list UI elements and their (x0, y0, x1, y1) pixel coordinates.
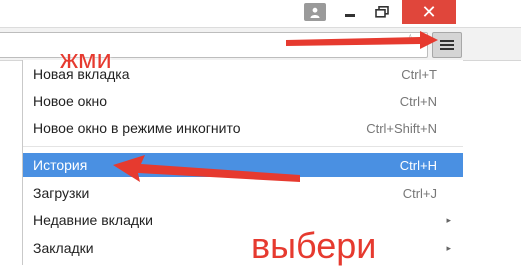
menu-item-label: Новое окно (33, 93, 108, 109)
menu-item-shortcut: Ctrl+J (402, 185, 437, 201)
menu-item-shortcut: Ctrl+H (399, 157, 437, 173)
user-profile-button[interactable] (304, 3, 326, 21)
menu-item-label: Недавние вкладки (33, 212, 153, 228)
menu-item-recent-tabs[interactable]: Недавние вкладки ▸ (23, 208, 463, 232)
annotation-press-label: жми (60, 44, 112, 74)
chevron-right-icon: ▸ (446, 214, 451, 225)
menu-item-shortcut: Ctrl+Shift+N (366, 120, 437, 136)
menu-item-label: Загрузки (33, 185, 90, 201)
annotation-choose-label: выбери (251, 225, 377, 266)
menu-item-bookmarks[interactable]: Закладки ▸ (23, 236, 463, 260)
maximize-button[interactable] (368, 0, 396, 24)
minimize-button[interactable] (336, 0, 364, 24)
close-button[interactable]: ✕ (402, 0, 456, 24)
menu-item-downloads[interactable]: Загрузки Ctrl+J (23, 181, 463, 205)
menu-item-history[interactable]: История Ctrl+H (23, 153, 463, 177)
menu-item-label: Закладки (33, 240, 94, 256)
title-bar: ✕ (0, 0, 521, 27)
user-icon (310, 7, 320, 18)
bookmark-star-icon[interactable]: ☆ (404, 31, 417, 48)
menu-item-shortcut: Ctrl+N (399, 93, 437, 109)
menu-item-new-window[interactable]: Новое окно Ctrl+N (23, 89, 463, 113)
menu-item-incognito-window[interactable]: Новое окно в режиме инкогнито Ctrl+Shift… (23, 116, 463, 140)
hamburger-icon (440, 40, 454, 50)
menu-item-label: История (33, 157, 88, 173)
menu-item-shortcut: Ctrl+T (401, 66, 437, 82)
chrome-menu: Новая вкладка Ctrl+T Новое окно Ctrl+N Н… (22, 60, 463, 265)
restore-icon (375, 6, 389, 18)
close-icon: ✕ (421, 1, 437, 22)
menu-separator (23, 146, 463, 147)
chrome-menu-button[interactable] (432, 32, 462, 58)
menu-item-label: Новое окно в режиме инкогнито (33, 120, 241, 136)
chevron-right-icon: ▸ (446, 242, 451, 253)
minimize-icon (345, 14, 355, 17)
